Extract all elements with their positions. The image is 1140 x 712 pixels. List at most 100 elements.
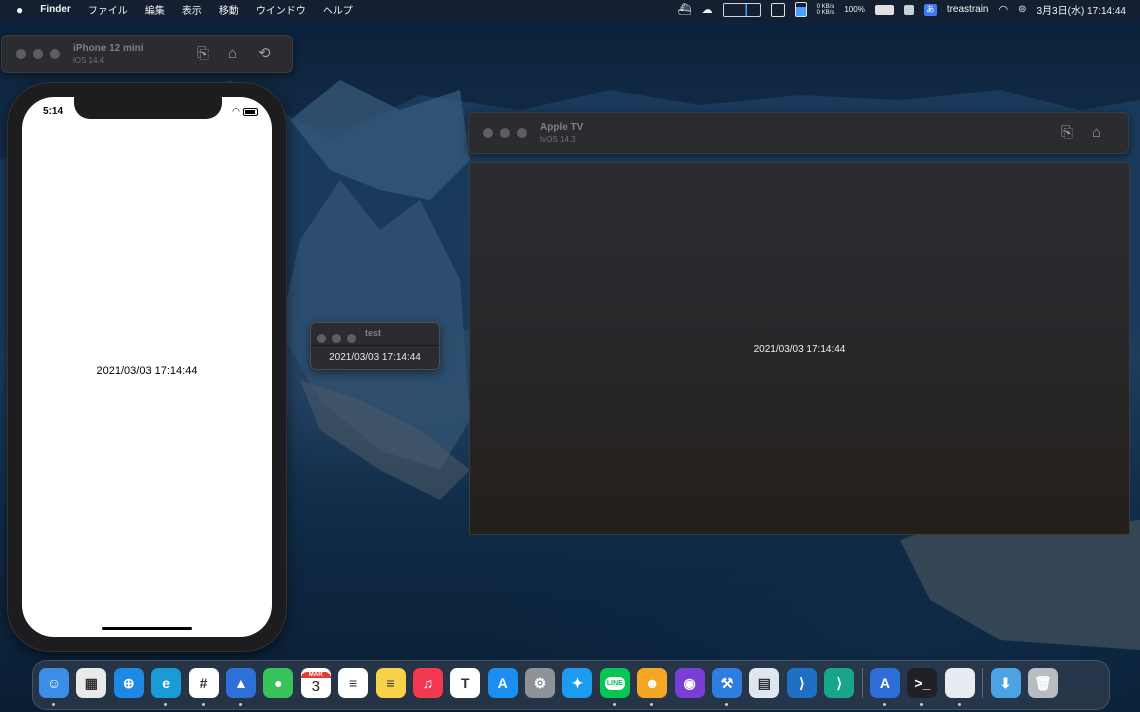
dock-safari-icon[interactable]: ⊕: [113, 668, 144, 698]
screenshot-icon[interactable]: ⎘: [1061, 125, 1073, 140]
home-icon[interactable]: ⌂: [228, 46, 237, 61]
network-speed: 0 KB/s 0 KB/s: [816, 3, 835, 16]
close-button[interactable]: [16, 49, 26, 59]
dock-downloads-icon[interactable]: ⬇: [990, 668, 1021, 698]
iphone-simulator-titlebar[interactable]: iPhone 12 mini iOS 14.4 ⎘ ⌂ ⟲: [1, 35, 293, 73]
wifi-icon[interactable]: ◠: [999, 3, 1009, 16]
input-method-icon[interactable]: あ: [923, 3, 937, 16]
vscode-insiders-glyph: ⟩: [836, 674, 842, 691]
edge-glyph: e: [162, 675, 171, 691]
dock-line-icon[interactable]: LINE: [599, 668, 630, 706]
menu-view[interactable]: 表示: [182, 2, 202, 17]
close-button[interactable]: [317, 334, 326, 343]
date-label: 2021/03/03 17:14:44: [96, 365, 198, 377]
music-glyph: ♫: [422, 675, 434, 691]
dock-slack-icon[interactable]: #: [188, 668, 219, 706]
dock-system-preferences-icon[interactable]: ⚙: [525, 668, 556, 698]
running-indicator: [201, 703, 205, 706]
dock-keynote-icon[interactable]: T: [450, 668, 481, 698]
control-center-icon[interactable]: ⊜: [1018, 4, 1026, 15]
date-label: 2021/03/03 17:14:44: [753, 344, 846, 355]
window-title: test: [365, 328, 382, 338]
running-indicator: [882, 703, 886, 706]
dock-music-icon[interactable]: ♫: [412, 668, 443, 698]
user-name[interactable]: treastrain: [947, 4, 989, 15]
calendar-day: 3: [311, 677, 320, 695]
home-icon[interactable]: ⌂: [1092, 125, 1101, 140]
menu-file[interactable]: ファイル: [88, 2, 128, 17]
running-indicator: [238, 703, 242, 706]
minimize-button[interactable]: [500, 128, 510, 138]
xcode-glyph: ⚒: [720, 674, 734, 691]
dock-app-store-icon[interactable]: A: [487, 668, 518, 698]
line-label: LINE: [604, 676, 625, 690]
clock[interactable]: 3月3日(水) 17:14:44: [1037, 2, 1127, 17]
iphone-screen[interactable]: 5:14 ◠ 2021/03/03 17:14:44: [22, 97, 272, 637]
dock-discord-icon[interactable]: ☻: [637, 668, 668, 706]
running-indicator: [920, 703, 924, 706]
home-indicator[interactable]: [102, 627, 192, 630]
dock-vscode-insiders-icon[interactable]: ⟩: [824, 668, 855, 698]
dock-separator: [861, 668, 863, 698]
test-app-window[interactable]: test 2021/03/03 17:14:44: [310, 322, 440, 370]
dock-preview-icon[interactable]: ▤: [749, 668, 780, 698]
close-button[interactable]: [483, 128, 493, 138]
battery-percent[interactable]: 100%: [844, 5, 864, 14]
menu-bar: ● Finder ファイル 編集 表示 移動 ウインドウ ヘルプ ⛴ ☁ 0 K…: [0, 0, 1140, 19]
safari-glyph: ⊕: [122, 674, 135, 691]
battery-meter-icon[interactable]: [794, 2, 807, 17]
window-controls: [16, 49, 60, 59]
dock-notes-icon[interactable]: ≡: [375, 668, 406, 698]
dock-twitter-icon[interactable]: ✦: [562, 668, 593, 698]
dock-reminders-icon[interactable]: ≡: [338, 668, 369, 698]
divider: [311, 345, 439, 346]
dock: ☺ ▦ ⊕ e # ▲ ● MAR 3 ≡ ≡ ♫ T A ⚙ ✦ LINE ☻ ◉ ⚒ ▤ ⟩ ⟩ A >_ ⬇ 🗑: [32, 660, 1110, 710]
dock-github-desktop-icon[interactable]: ◉: [674, 668, 705, 698]
rotate-icon[interactable]: ⟲: [258, 46, 271, 61]
battery-icon[interactable]: [874, 4, 894, 15]
zoom-button[interactable]: [50, 49, 60, 59]
menu-edit[interactable]: 編集: [145, 2, 165, 17]
notch: [74, 97, 222, 119]
minimize-button[interactable]: [332, 334, 341, 343]
trash-glyph: 🗑: [1034, 674, 1052, 691]
apple-menu-icon[interactable]: ●: [16, 3, 23, 17]
window-subtitle: iOS 14.4: [73, 56, 105, 65]
appletv-simulator-titlebar[interactable]: Apple TV tvOS 14.3 ⎘ ⌂: [468, 112, 1129, 154]
running-indicator: [725, 703, 729, 706]
screenshot-icon[interactable]: ⎘: [197, 46, 209, 61]
dock-spark-icon[interactable]: ▲: [225, 668, 256, 706]
dock-xcode-icon[interactable]: ⚒: [712, 668, 743, 706]
dock-finder-icon[interactable]: ☺: [39, 668, 69, 706]
wifi-icon: ◠: [232, 106, 240, 116]
menu-window[interactable]: ウインドウ: [256, 2, 306, 17]
zoom-button[interactable]: [347, 334, 356, 343]
menu-help[interactable]: ヘルプ: [323, 2, 353, 17]
dock-vscode-icon[interactable]: ⟩: [786, 668, 817, 698]
dock-trash-icon[interactable]: 🗑: [1027, 668, 1058, 698]
discord-glyph: ☻: [644, 675, 660, 691]
menu-app-name[interactable]: Finder: [40, 4, 71, 15]
dock-terminal-icon[interactable]: >_: [907, 668, 938, 706]
dock-simulator-icon[interactable]: A: [869, 668, 900, 706]
zoom-button[interactable]: [517, 128, 527, 138]
running-indicator: [52, 703, 55, 706]
cpu-graph-icon[interactable]: [722, 2, 761, 17]
messages-glyph: ●: [274, 675, 283, 691]
date-label: 2021/03/03 17:14:44: [329, 352, 421, 363]
dock-calendar-icon[interactable]: MAR 3: [300, 668, 331, 698]
github-desktop-glyph: ◉: [683, 674, 696, 691]
split-icon[interactable]: [770, 2, 785, 17]
appletv-screen[interactable]: 2021/03/03 17:14:44: [469, 162, 1130, 535]
docker-icon[interactable]: ⛴: [678, 3, 692, 16]
dock-edge-icon[interactable]: e: [151, 668, 182, 706]
dock-blank-app-icon[interactable]: [944, 668, 975, 706]
minimize-button[interactable]: [33, 49, 43, 59]
cloud-icon[interactable]: ☁: [702, 3, 713, 16]
menu-go[interactable]: 移動: [219, 2, 239, 17]
preview-glyph: ▤: [757, 674, 772, 691]
stage-icon[interactable]: [903, 4, 914, 15]
dock-launchpad-icon[interactable]: ▦: [76, 668, 107, 698]
dock-messages-icon[interactable]: ●: [263, 668, 294, 698]
downloads-glyph: ⬇: [999, 674, 1012, 691]
